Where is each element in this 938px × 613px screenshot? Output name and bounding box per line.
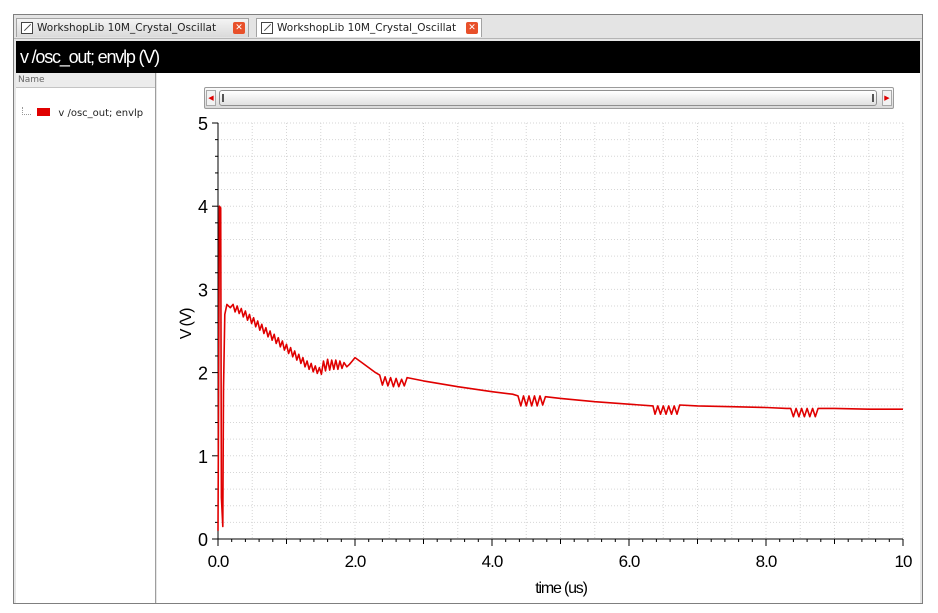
y-tick-label: 0 xyxy=(198,530,208,550)
y-tick-label: 1 xyxy=(198,447,208,467)
tab-label: WorkshopLib 10M_Crystal_Oscillat... xyxy=(37,22,217,34)
plot-title: v /osc_out; envlp (V) xyxy=(16,41,920,73)
tab-label: WorkshopLib 10M_Crystal_Oscillat... xyxy=(277,22,457,34)
y-tick-label: 3 xyxy=(198,280,208,300)
x-tick-label: 8.0 xyxy=(756,552,777,571)
series-line xyxy=(217,205,903,531)
legend-header: Name xyxy=(16,73,155,88)
chart-grid xyxy=(217,122,904,540)
legend-swatch xyxy=(37,108,51,116)
legend-item-label: v /osc_out; envlp xyxy=(58,108,144,119)
legend-panel: Name v /osc_out; envlp xyxy=(16,73,156,603)
document-icon xyxy=(21,22,33,34)
tab-crystal-oscillator-1[interactable]: WorkshopLib 10M_Crystal_Oscillat... ✕ xyxy=(16,18,249,37)
x-tick-label: 6.0 xyxy=(619,552,640,571)
chart-ticks: 0.0 2.0 4.0 6.0 8.0 10 0 1 2 3 4 5 xyxy=(198,114,913,571)
plot-area: ◀ ▶ 0.0 2.0 4.0 6.0 8.0 10 0 1 2 3 4 5 time (us) V … xyxy=(157,73,920,603)
waveform-chart: 0.0 2.0 4.0 6.0 8.0 10 0 1 2 3 4 5 time (us) V (V) xyxy=(178,114,913,597)
x-tick-label: 4.0 xyxy=(482,552,503,571)
chart-series xyxy=(217,205,903,531)
close-icon[interactable]: ✕ xyxy=(233,22,245,34)
x-tick-label: 0.0 xyxy=(208,552,229,571)
tab-bar: WorkshopLib 10M_Crystal_Oscillat... ✕ Wo… xyxy=(14,15,922,39)
close-icon[interactable]: ✕ xyxy=(466,22,478,34)
y-tick-label: 4 xyxy=(198,197,208,217)
y-axis-label: V (V) xyxy=(178,308,195,339)
y-tick-label: 2 xyxy=(198,364,208,384)
legend-item[interactable]: v /osc_out; envlp xyxy=(22,107,143,121)
x-tick-label: 2.0 xyxy=(345,552,366,571)
y-tick-label: 5 xyxy=(198,114,208,134)
waveform-window: WorkshopLib 10M_Crystal_Oscillat... ✕ Wo… xyxy=(13,14,923,604)
tree-connector xyxy=(22,107,31,115)
x-axis-label: time (us) xyxy=(535,580,587,597)
document-icon xyxy=(261,22,273,34)
tab-crystal-oscillator-2[interactable]: WorkshopLib 10M_Crystal_Oscillat... ✕ xyxy=(256,18,482,37)
x-tick-label: 10 xyxy=(895,552,912,571)
